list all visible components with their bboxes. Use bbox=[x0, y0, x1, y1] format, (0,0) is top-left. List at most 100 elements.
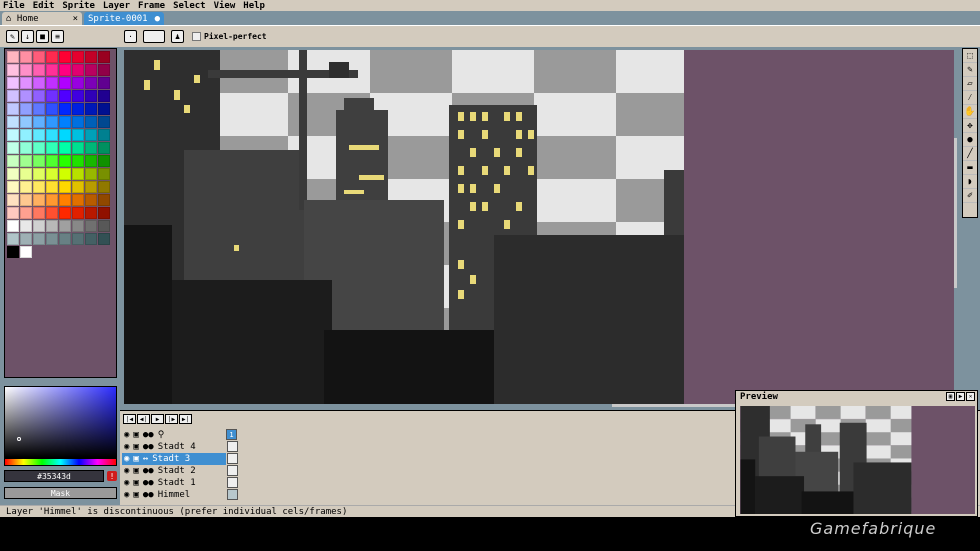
palette-swatch[interactable] bbox=[33, 77, 45, 89]
palette-swatch[interactable] bbox=[72, 103, 84, 115]
palette-swatch[interactable] bbox=[85, 233, 97, 245]
palette-swatch[interactable] bbox=[20, 129, 32, 141]
cel[interactable] bbox=[227, 441, 238, 452]
palette-swatch[interactable] bbox=[7, 194, 19, 206]
lock-icon[interactable]: ▣ bbox=[133, 466, 138, 476]
palette-swatch[interactable] bbox=[7, 103, 19, 115]
contour-tool-button[interactable]: ◗ bbox=[963, 175, 977, 189]
palette-swatch[interactable] bbox=[33, 194, 45, 206]
palette-swatch[interactable] bbox=[59, 64, 71, 76]
palette-swatch[interactable] bbox=[85, 220, 97, 232]
palette-swatch[interactable] bbox=[72, 51, 84, 63]
continuous-icon[interactable]: ●● bbox=[143, 490, 154, 500]
palette-swatch[interactable] bbox=[20, 64, 32, 76]
continuous-icon[interactable]: ●● bbox=[143, 430, 154, 440]
palette-swatch[interactable] bbox=[7, 233, 19, 245]
prev-frame-button[interactable]: ◀| bbox=[137, 414, 150, 424]
palette-swatch[interactable] bbox=[20, 77, 32, 89]
palette-swatch[interactable] bbox=[46, 220, 58, 232]
palette-swatch[interactable] bbox=[20, 90, 32, 102]
palette-swatch[interactable] bbox=[98, 142, 110, 154]
palette-swatch[interactable] bbox=[98, 194, 110, 206]
palette-swatch[interactable] bbox=[85, 103, 97, 115]
canvas-scrollbar-vertical[interactable] bbox=[954, 138, 957, 288]
palette-swatch[interactable] bbox=[98, 181, 110, 193]
frame-number[interactable]: 1 bbox=[226, 429, 237, 440]
palette-swatch[interactable] bbox=[85, 142, 97, 154]
palette-swatch[interactable] bbox=[59, 168, 71, 180]
palette-options-button[interactable]: ≡ bbox=[51, 30, 64, 43]
palette-swatch[interactable] bbox=[7, 142, 19, 154]
palette-swatch[interactable] bbox=[46, 64, 58, 76]
eye-icon[interactable]: ◉ bbox=[124, 466, 129, 476]
preview-mode-button[interactable]: ▣ bbox=[946, 392, 955, 401]
rectangle-tool-button[interactable]: ▬ bbox=[963, 161, 977, 175]
palette-swatch[interactable] bbox=[33, 181, 45, 193]
marquee-tool-button[interactable]: ⬚ bbox=[963, 49, 977, 63]
palette-swatch[interactable] bbox=[72, 77, 84, 89]
layer-row[interactable]: ◉ ▣ ●● Stadt 4 bbox=[122, 441, 238, 453]
cel[interactable] bbox=[227, 477, 238, 488]
menu-select[interactable]: Select bbox=[173, 1, 206, 11]
palette-swatch[interactable] bbox=[59, 181, 71, 193]
palette-swatch[interactable] bbox=[98, 233, 110, 245]
palette-swatch[interactable] bbox=[20, 220, 32, 232]
hand-tool-button[interactable]: ✋ bbox=[963, 105, 977, 119]
palette-swatch[interactable] bbox=[72, 155, 84, 167]
palette-swatch[interactable] bbox=[98, 90, 110, 102]
brush-size-field[interactable] bbox=[143, 30, 165, 43]
palette-swatch[interactable] bbox=[85, 129, 97, 141]
move-tool-button[interactable]: ✥ bbox=[963, 119, 977, 133]
palette-swatch[interactable] bbox=[98, 155, 110, 167]
palette-swatch[interactable] bbox=[7, 64, 19, 76]
tab-home[interactable]: ⌂ Home × bbox=[2, 12, 82, 25]
palette-swatch[interactable] bbox=[20, 207, 32, 219]
palette-swatch[interactable] bbox=[72, 64, 84, 76]
palette-swatch[interactable] bbox=[33, 51, 45, 63]
eyedropper-tool-button[interactable]: ⁄ bbox=[963, 91, 977, 105]
menu-sprite[interactable]: Sprite bbox=[62, 1, 95, 11]
palette-swatch[interactable] bbox=[72, 129, 84, 141]
palette-swatch[interactable] bbox=[85, 77, 97, 89]
palette-swatch[interactable] bbox=[46, 181, 58, 193]
palette-swatch[interactable] bbox=[46, 233, 58, 245]
blur-tool-button[interactable]: ✐ bbox=[963, 189, 977, 203]
palette-swatch[interactable] bbox=[85, 64, 97, 76]
layer-row[interactable]: ◉ ▣ ●● Stadt 1 bbox=[122, 477, 238, 489]
palette-swatch[interactable] bbox=[7, 207, 19, 219]
palette-swatch[interactable] bbox=[33, 142, 45, 154]
palette-swatch[interactable] bbox=[46, 116, 58, 128]
brush-type-button[interactable]: · bbox=[124, 30, 137, 43]
lock-icon[interactable]: ▣ bbox=[133, 478, 138, 488]
palette-swatch[interactable] bbox=[72, 233, 84, 245]
palette-swatch[interactable] bbox=[46, 129, 58, 141]
palette-swatch[interactable] bbox=[85, 181, 97, 193]
lock-icon[interactable]: ▣ bbox=[133, 442, 138, 452]
preview-close-button[interactable]: ✕ bbox=[966, 392, 975, 401]
palette-swatch[interactable] bbox=[20, 246, 32, 258]
palette-swatch[interactable] bbox=[98, 168, 110, 180]
palette-swatch[interactable] bbox=[72, 194, 84, 206]
continuous-icon[interactable]: ↔ bbox=[143, 454, 148, 464]
menu-edit[interactable]: Edit bbox=[33, 1, 55, 11]
palette-swatch[interactable] bbox=[85, 116, 97, 128]
palette-swatch[interactable] bbox=[20, 233, 32, 245]
palette-swatch[interactable] bbox=[85, 194, 97, 206]
palette-swatch[interactable] bbox=[33, 168, 45, 180]
palette-swatch[interactable] bbox=[20, 51, 32, 63]
palette-swatch[interactable] bbox=[46, 155, 58, 167]
palette-swatch[interactable] bbox=[46, 168, 58, 180]
palette-swatch[interactable] bbox=[72, 116, 84, 128]
palette-swatch[interactable] bbox=[33, 90, 45, 102]
last-frame-button[interactable]: ▶| bbox=[179, 414, 192, 424]
palette-swatch[interactable] bbox=[20, 142, 32, 154]
palette-swatch[interactable] bbox=[7, 220, 19, 232]
palette-swatch[interactable] bbox=[7, 155, 19, 167]
palette-swatch[interactable] bbox=[98, 129, 110, 141]
palette-swatch[interactable] bbox=[33, 155, 45, 167]
eye-icon[interactable]: ◉ bbox=[124, 478, 129, 488]
play-button[interactable]: ▶ bbox=[151, 414, 164, 424]
palette-swatch[interactable] bbox=[59, 155, 71, 167]
palette-swatch[interactable] bbox=[7, 168, 19, 180]
palette-swatch[interactable] bbox=[59, 233, 71, 245]
